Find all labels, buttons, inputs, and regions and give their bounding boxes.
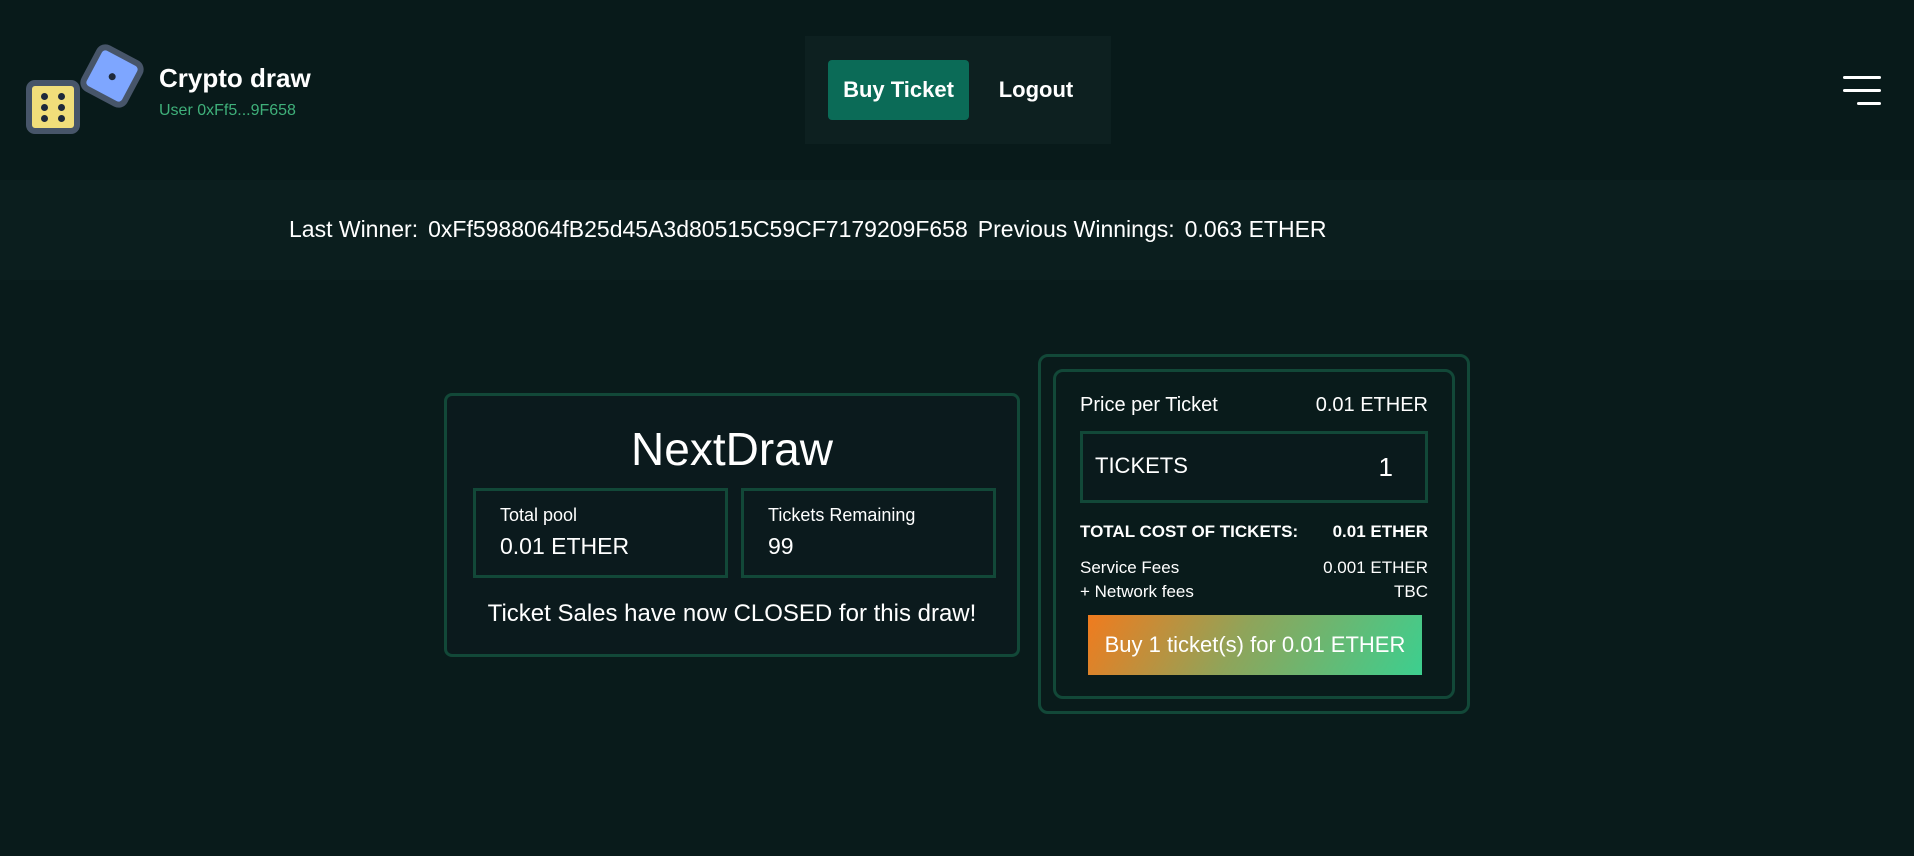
tickets-quantity-input[interactable] — [1333, 450, 1393, 484]
user-address-label: User 0xFf5...9F658 — [159, 102, 296, 119]
dice-pip — [58, 115, 65, 122]
previous-winnings-label: Previous Winnings: — [977, 216, 1175, 242]
menu-line — [1857, 102, 1881, 105]
total-cost-value: 0.01 ETHER — [1332, 522, 1428, 541]
purchase-panel-inner: Price per Ticket 0.01 ETHER TICKETS TOTA… — [1053, 369, 1455, 699]
dice-icon-blue — [76, 40, 148, 112]
price-row: Price per Ticket 0.01 ETHER — [1080, 394, 1428, 417]
last-winner-text: Last Winner: 0xFf5988064fB25d45A3d80515C5… — [289, 216, 1337, 243]
dice-pip — [107, 71, 117, 82]
tickets-label: TICKETS — [1095, 453, 1188, 478]
dice-pip — [58, 104, 65, 111]
next-draw-title: NextDraw — [631, 423, 833, 475]
total-cost-label: TOTAL COST OF TICKETS: — [1080, 522, 1299, 541]
service-fees-label: Service Fees — [1080, 558, 1180, 577]
total-pool-box: Total pool 0.01 ETHER — [473, 488, 728, 578]
tickets-quantity-box: TICKETS — [1080, 431, 1428, 503]
buy-ticket-nav-button[interactable]: Buy Ticket — [828, 60, 969, 120]
tickets-remaining-box: Tickets Remaining 99 — [741, 488, 996, 578]
tickets-remaining-label: Tickets Remaining — [768, 505, 916, 525]
price-label: Price per Ticket — [1080, 394, 1218, 416]
menu-line — [1843, 89, 1881, 92]
next-draw-card: NextDraw Total pool 0.01 ETHER Tickets R… — [444, 393, 1020, 657]
previous-winnings-value: 0.063 ETHER — [1184, 216, 1327, 242]
service-fees-value: 0.001 ETHER — [1323, 558, 1428, 577]
logo[interactable] — [26, 40, 151, 139]
buy-tickets-button[interactable]: Buy 1 ticket(s) for 0.01 ETHER — [1088, 615, 1422, 675]
network-fees-label: + Network fees — [1080, 582, 1194, 601]
purchase-panel: Price per Ticket 0.01 ETHER TICKETS TOTA… — [1038, 354, 1470, 714]
ticket-sales-status: Ticket Sales have now CLOSED for this dr… — [487, 600, 977, 627]
service-fees-row: Service Fees 0.001 ETHER — [1080, 558, 1428, 578]
dice-pip — [41, 104, 48, 111]
price-value: 0.01 ETHER — [1315, 394, 1428, 416]
total-pool-value: 0.01 ETHER — [500, 533, 630, 559]
hamburger-menu-icon[interactable] — [1843, 76, 1881, 106]
total-cost-row: TOTAL COST OF TICKETS: 0.01 ETHER — [1080, 522, 1428, 542]
page: Crypto draw User 0xFf5...9F658 Buy Ticke… — [0, 0, 1914, 856]
dice-pip — [41, 115, 48, 122]
network-fees-row: + Network fees TBC — [1080, 582, 1428, 602]
dice-icon-yellow — [26, 80, 80, 134]
last-winner-label: Last Winner: — [289, 216, 419, 242]
header: Crypto draw User 0xFf5...9F658 Buy Ticke… — [0, 0, 1914, 180]
brand-title: Crypto draw — [159, 63, 311, 93]
last-winner-address: 0xFf5988064fB25d45A3d80515C59CF7179209F6… — [428, 216, 968, 242]
tickets-remaining-value: 99 — [768, 533, 794, 559]
last-winner-bar: Last Winner: 0xFf5988064fB25d45A3d80515C5… — [0, 180, 1914, 280]
top-nav: Buy Ticket Logout — [805, 36, 1111, 144]
menu-line — [1843, 76, 1881, 79]
dice-pip — [41, 93, 48, 100]
logout-link[interactable]: Logout — [981, 60, 1091, 120]
dice-pip — [58, 93, 65, 100]
total-pool-label: Total pool — [500, 505, 578, 525]
network-fees-value: TBC — [1394, 582, 1428, 601]
